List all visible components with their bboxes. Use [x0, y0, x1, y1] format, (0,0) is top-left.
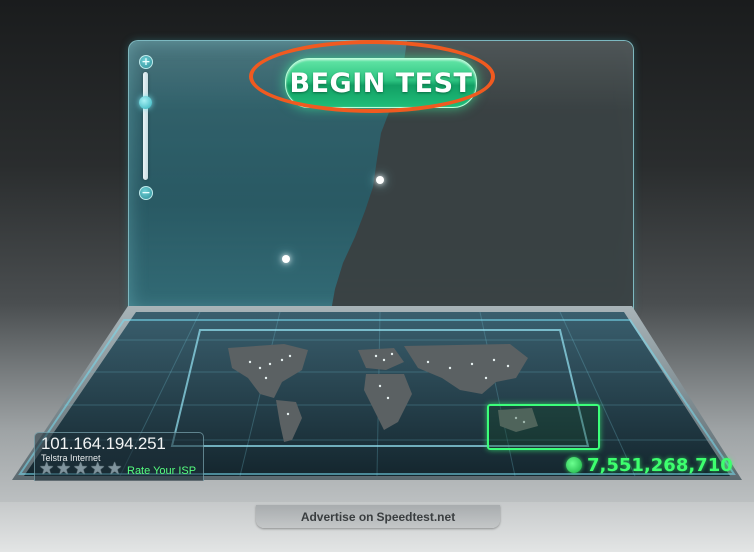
- ip-address: 101.164.194.251: [41, 434, 166, 453]
- advertise-site: Speedtest.net: [376, 509, 456, 524]
- star-icon[interactable]: ★: [73, 461, 90, 478]
- isp-rating-stars[interactable]: ★ ★ ★ ★ ★: [39, 461, 124, 479]
- region-highlight-box[interactable]: [487, 404, 600, 450]
- star-icon[interactable]: ★: [39, 461, 56, 478]
- star-icon[interactable]: ★: [56, 461, 73, 478]
- total-tests-value: 7,551,268,710: [587, 454, 733, 476]
- star-icon[interactable]: ★: [107, 461, 124, 478]
- speedtest-stage: + − BEGIN TEST 101.164.194.251 Telstra I…: [0, 0, 754, 552]
- advertise-prefix: Advertise on: [300, 509, 374, 524]
- rate-isp-link[interactable]: Rate Your ISP: [127, 465, 196, 477]
- total-tests-counter: 7,551,268,710: [566, 453, 733, 477]
- star-icon[interactable]: ★: [90, 461, 107, 478]
- globe-icon: [566, 457, 582, 473]
- advertise-link[interactable]: Advertise on Speedtest.net: [256, 505, 500, 528]
